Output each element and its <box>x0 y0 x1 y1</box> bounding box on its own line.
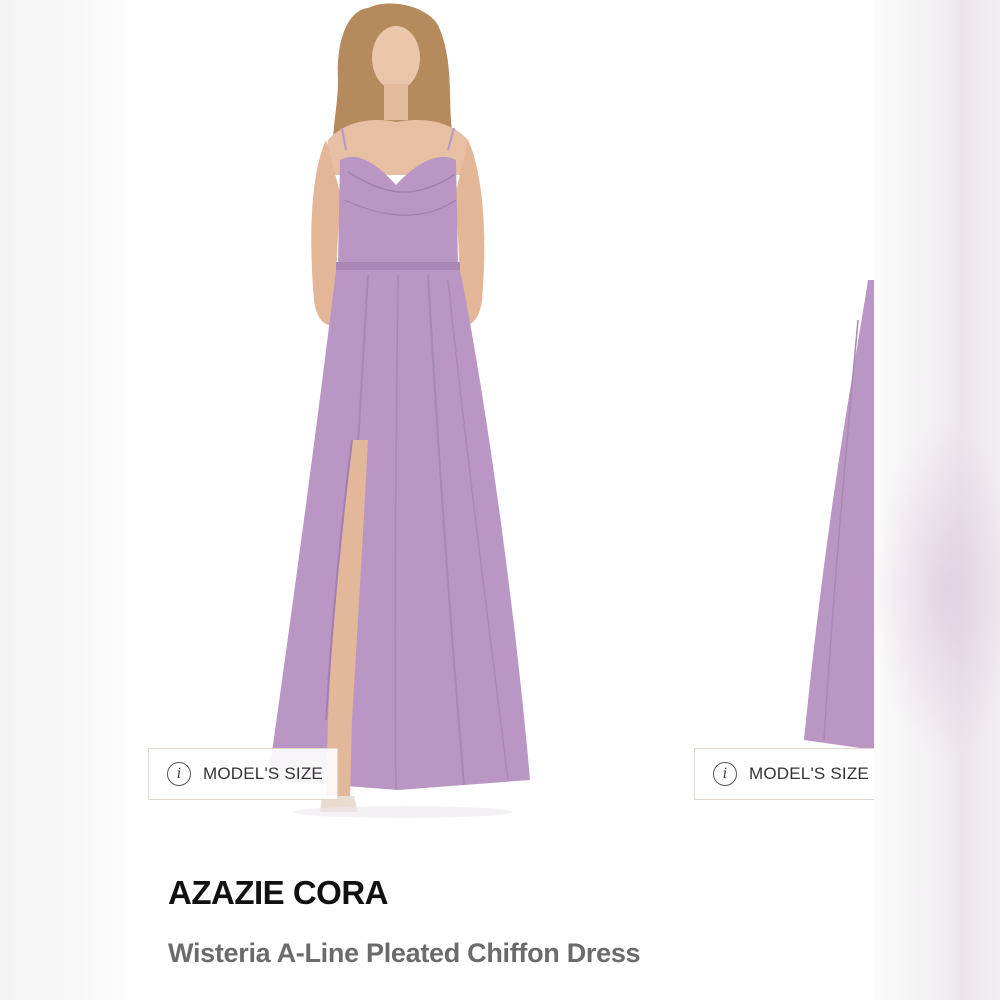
product-brand-title: AZAZIE CORA <box>168 874 389 911</box>
product-carousel[interactable]: i MODEL'S SIZE i MODEL'S SIZE AZAZIE COR… <box>128 0 874 1000</box>
next-product-photo-preview[interactable] <box>798 280 874 750</box>
models-size-label: MODEL'S SIZE <box>749 764 869 783</box>
dress-skirt <box>268 270 530 790</box>
right-blurred-background <box>870 0 1000 1000</box>
model-face <box>372 26 420 90</box>
product-name: Wisteria A-Line Pleated Chiffon Dress <box>168 938 641 968</box>
models-size-button[interactable]: i MODEL'S SIZE <box>148 748 338 800</box>
product-photo[interactable] <box>268 0 548 830</box>
left-blurred-background <box>0 0 128 1000</box>
model-neck <box>384 84 408 120</box>
dress-waistband <box>336 262 460 271</box>
models-size-button-next[interactable]: i MODEL'S SIZE <box>694 748 874 800</box>
info-icon: i <box>713 762 737 786</box>
screen: i MODEL'S SIZE i MODEL'S SIZE AZAZIE COR… <box>0 0 1000 1000</box>
info-icon: i <box>167 762 191 786</box>
blurred-dress-shape <box>870 420 1000 760</box>
models-size-label: MODEL'S SIZE <box>203 764 323 783</box>
